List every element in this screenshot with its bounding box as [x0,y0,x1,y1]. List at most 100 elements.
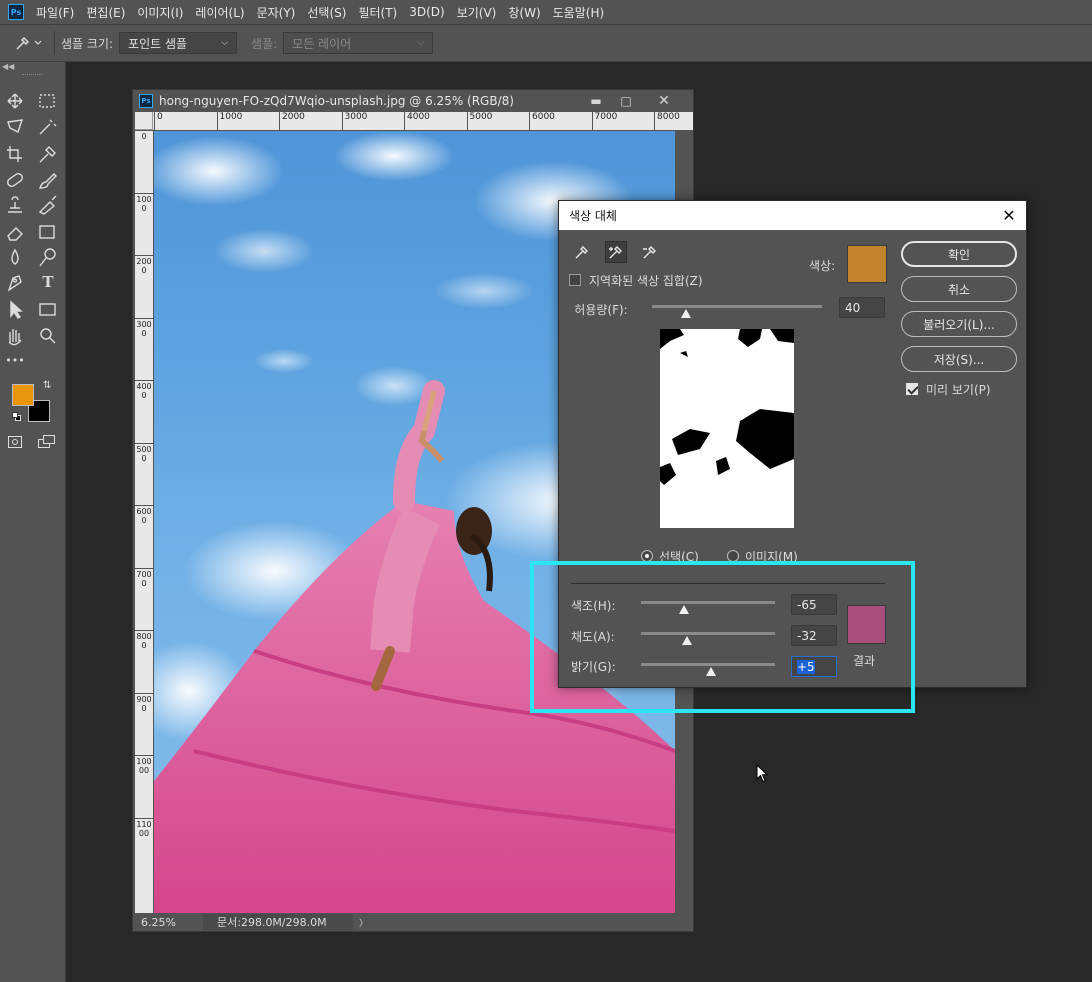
eraser-icon[interactable] [7,227,23,241]
photoshop-logo: Ps [8,4,24,20]
healing-brush-icon[interactable] [6,172,24,188]
menu-edit[interactable]: 편집(E) [86,4,125,21]
more-tools-icon[interactable]: ••• [2,348,28,372]
blur-icon[interactable] [11,248,19,265]
panel-grip[interactable] [22,74,42,76]
brush-icon[interactable] [39,173,57,189]
quick-mask-icon[interactable] [8,436,22,448]
preview-label: 미리 보기(P) [926,383,991,397]
fuzziness-slider-thumb[interactable] [681,309,691,318]
mouse-cursor-icon [756,764,769,783]
ruler-v-label: 2000 [135,255,153,315]
clone-stamp-icon[interactable] [8,196,22,213]
hand-icon[interactable] [8,329,22,346]
load-button[interactable]: 불러오기(L)... [901,311,1017,337]
eyedropper-subtract-icon[interactable] [639,241,661,263]
menu-file[interactable]: 파일(F) [36,4,74,21]
magic-wand-icon[interactable] [39,119,57,135]
ruler-h-label: 1000 [216,112,242,130]
dialog-title: 색상 대체 [569,209,617,223]
highlight-box [530,561,915,713]
menu-layer[interactable]: 레이어(L) [195,4,244,21]
ruler-origin[interactable] [135,112,153,130]
localized-clusters-checkbox[interactable] [569,274,581,286]
ruler-h-label: 3000 [341,112,367,130]
ruler-v-label: 0 [135,130,153,190]
dodge-icon[interactable] [39,248,56,267]
ruler-v-label: 7000 [135,567,153,628]
ruler-v-label: 1000 [135,192,153,253]
ruler-h-label: 2000 [279,112,305,130]
move-icon[interactable] [7,93,23,109]
menu-filter[interactable]: 필터(T) [358,4,397,21]
vertical-ruler[interactable]: 0 1000 2000 3000 4000 5000 6000 7000 8000 9000 100… [135,130,153,913]
fuzziness-input[interactable]: 40 [839,297,885,318]
menu-window[interactable]: 창(W) [508,4,540,21]
default-colors-icon[interactable] [12,412,22,422]
target-color-swatch[interactable] [847,245,887,283]
save-button[interactable]: 저장(S)... [901,346,1017,372]
lasso-icon[interactable] [7,119,24,133]
ruler-h-label: 8000 [654,112,680,130]
ruler-h-label: 5000 [466,112,492,130]
ruler-v-label: 9000 [135,692,153,753]
color-label: 색상: [809,259,836,273]
menu-bar: Ps 파일(F) 편집(E) 이미지(I) 레이어(L) 문자(Y) 선택(S)… [0,0,1092,24]
photoshop-doc-icon: Ps [139,94,153,108]
pen-icon[interactable] [7,275,22,292]
path-selection-icon[interactable] [10,300,23,319]
history-brush-icon[interactable] [38,195,57,215]
localized-clusters-label: 지역화된 색상 집합(Z) [589,274,703,288]
close-icon[interactable]: ✕ [1000,206,1018,225]
ruler-h-label: 6000 [529,112,555,130]
fuzziness-slider-track[interactable] [652,305,822,308]
eyedropper-icon[interactable] [571,241,593,263]
close-icon[interactable]: ✕ [653,93,675,109]
ok-button[interactable]: 확인 [901,241,1017,267]
zoom-icon[interactable] [40,328,56,344]
minimize-icon[interactable]: ▬ [585,93,607,109]
document-titlebar[interactable]: Ps hong-nguyen-FO-zQd7Wqio-unsplash.jpg … [133,90,693,112]
fuzziness-value: 40 [845,300,861,315]
options-bar: 샘플 크기: 포인트 샘플 ⌵ 샘플: 모든 레이어 ⌵ [0,24,1092,62]
gradient-icon[interactable] [39,225,55,239]
ruler-h-label: 7000 [591,112,617,130]
tool-preset-picker[interactable] [8,34,48,52]
cancel-button[interactable]: 취소 [901,276,1017,302]
rectangle-icon[interactable] [39,303,56,316]
screen-mode-icon[interactable] [38,435,56,449]
chevron-down-icon: ⌵ [221,38,229,48]
maximize-icon[interactable]: □ [615,93,637,109]
menu-select[interactable]: 선택(S) [307,4,346,21]
status-menu-arrow-icon[interactable]: 〉 [359,916,368,929]
swap-colors-icon[interactable]: ⇅ [43,380,51,391]
marquee-icon[interactable] [39,94,55,108]
menu-help[interactable]: 도움말(H) [553,4,605,21]
tools-panel: ◀◀ T ••• ⇅ [0,62,66,982]
ruler-h-label: 0 [154,112,163,130]
collapse-panel-icon[interactable]: ◀◀ [2,62,14,71]
doc-size-info: 문서:298.0M/298.0M [203,914,353,930]
crop-icon[interactable] [7,146,22,162]
menu-view[interactable]: 보기(V) [457,4,497,21]
eyedropper-icon[interactable] [39,146,56,163]
menu-image[interactable]: 이미지(I) [137,4,183,21]
selection-preview [660,329,794,528]
zoom-level[interactable]: 6.25% [133,916,203,929]
eyedropper-add-icon[interactable] [605,241,627,263]
sample-size-dropdown[interactable]: 포인트 샘플 ⌵ [119,32,238,54]
sample-dropdown[interactable]: 모든 레이어 ⌵ [283,32,434,54]
foreground-color-swatch[interactable] [12,384,34,406]
status-bar: 6.25% 문서:298.0M/298.0M 〉 [133,913,693,931]
sample-size-value: 포인트 샘플 [128,36,188,51]
type-icon[interactable]: T [35,270,61,294]
preview-checkbox[interactable] [906,383,918,395]
dialog-titlebar[interactable]: 색상 대체 [559,201,1026,230]
menu-3d[interactable]: 3D(D) [409,5,444,19]
horizontal-ruler[interactable]: 0 1000 2000 3000 4000 5000 6000 7000 8000 [153,112,693,130]
menu-type[interactable]: 문자(Y) [257,4,296,21]
eyedropper-icon [16,36,42,50]
ruler-v-label: 8000 [135,630,153,690]
ruler-v-label: 6000 [135,505,153,565]
options-separator [54,31,55,55]
